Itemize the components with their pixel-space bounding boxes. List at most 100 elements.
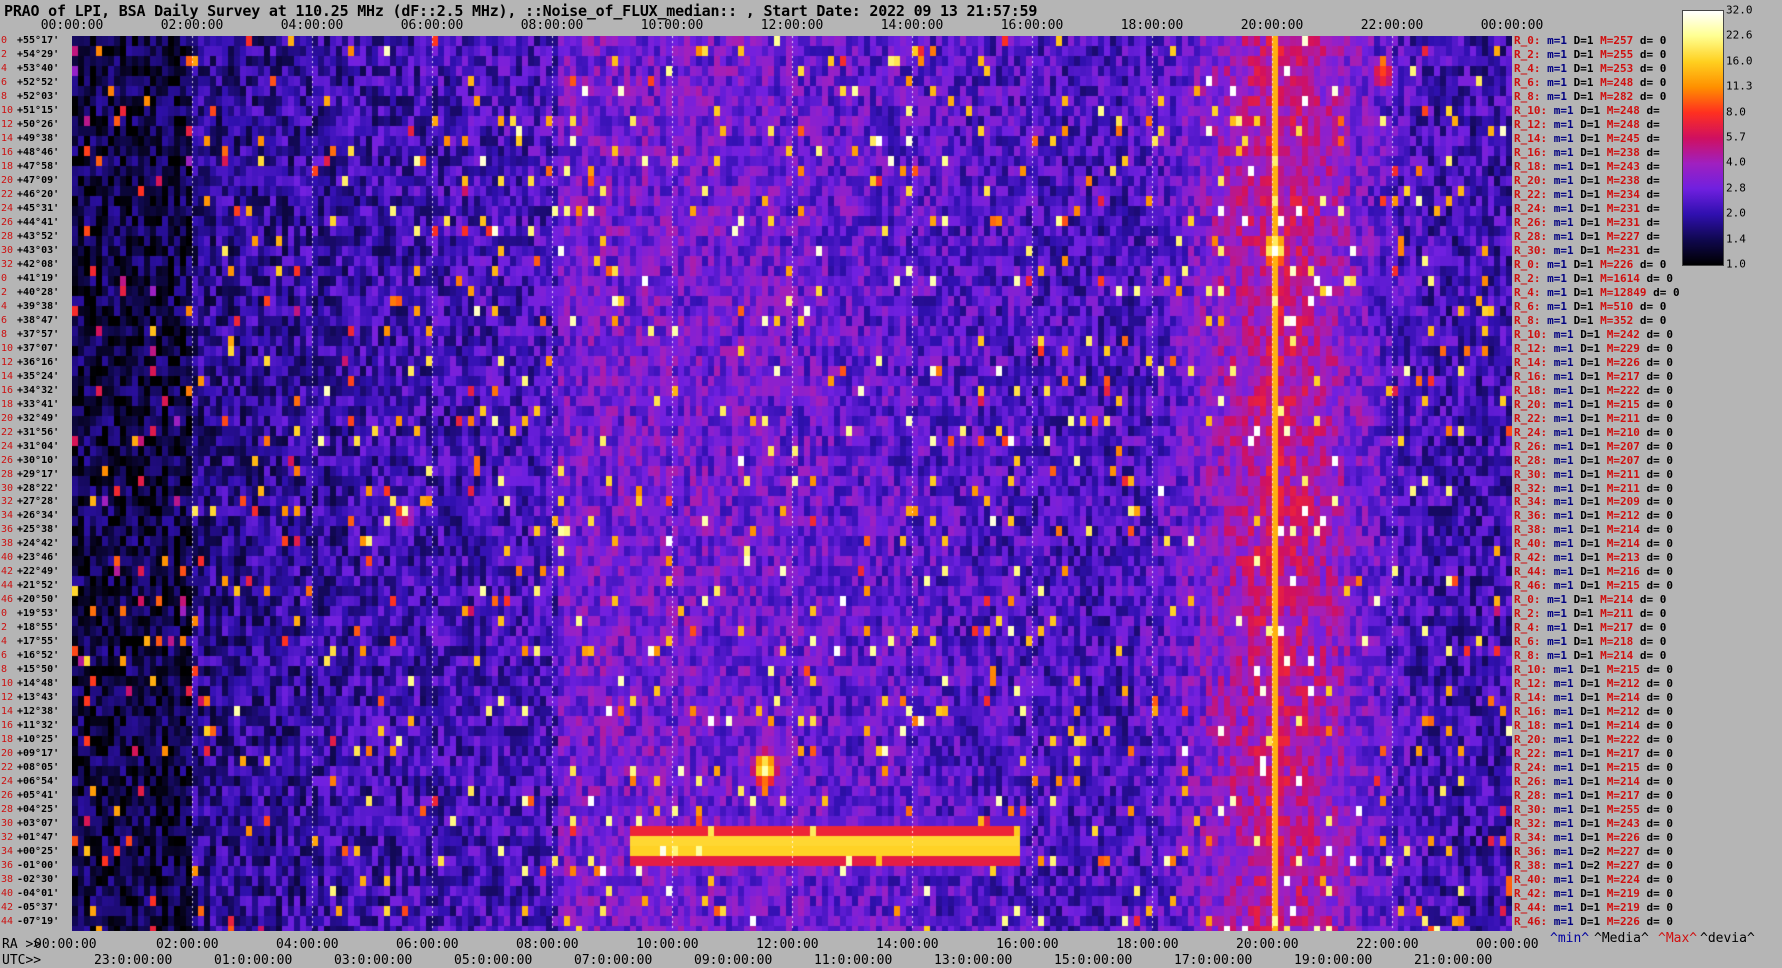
row-stat: R_18: m=1 D=1 M=222 d= 0 bbox=[1514, 383, 1673, 397]
bottom-ra-tick: 14:00:00 bbox=[876, 937, 939, 952]
row-stat: R_30: m=1 D=1 M=231 d= bbox=[1514, 243, 1660, 257]
row-stat: R_10: m=1 D=1 M=242 d= 0 bbox=[1514, 328, 1673, 341]
row-stat-field: M=231 bbox=[1600, 215, 1640, 229]
row-stat-field: D=1 bbox=[1573, 747, 1601, 761]
row-stat-field: d= 0 bbox=[1646, 285, 1680, 299]
dec-value: +06°54' bbox=[17, 776, 60, 788]
row-stat-field: d= 0 bbox=[1639, 495, 1673, 509]
row-stat-field: m=1 bbox=[1547, 733, 1574, 747]
row-stat-field: m=1 bbox=[1547, 691, 1574, 705]
dec-row: 4 +53°40' bbox=[0, 62, 72, 74]
dec-value: +47°58' bbox=[17, 160, 60, 172]
row-stat: R_16: m=1 D=1 M=217 d= 0 bbox=[1514, 369, 1673, 383]
row-stat-field: M=209 bbox=[1600, 495, 1640, 509]
dec-index: 4 bbox=[1, 62, 8, 74]
row-stat-field: R_18: bbox=[1514, 383, 1548, 397]
dec-row: 12 +50°26' bbox=[0, 119, 72, 130]
row-stat-field: R_14: bbox=[1514, 355, 1548, 369]
dec-value: +35°24' bbox=[17, 370, 60, 382]
dec-index: 16 bbox=[1, 384, 14, 396]
row-stat: R_32: m=1 D=1 M=243 d= 0 bbox=[1514, 818, 1673, 830]
row-stat-field: M=215 bbox=[1600, 761, 1640, 775]
row-stat-field: m=1 bbox=[1547, 397, 1574, 411]
bottom-utc-tick: 05:0:00:00 bbox=[454, 953, 533, 968]
row-stat-field: R_6: bbox=[1514, 299, 1541, 313]
row-stat: R_42: m=1 D=1 M=213 d= 0 bbox=[1514, 552, 1673, 564]
row-stat-field: R_42: bbox=[1514, 887, 1548, 901]
bottom-ra-tick: 16:00:00 bbox=[996, 937, 1059, 952]
row-stat-field: d= 0 bbox=[1639, 383, 1673, 397]
dec-index: 18 bbox=[1, 160, 14, 172]
row-stat-field: d= bbox=[1639, 145, 1660, 159]
dec-row: 22 +31°56' bbox=[0, 427, 72, 438]
row-stat-field: M=226 bbox=[1600, 355, 1640, 369]
row-stat-field: m=1 bbox=[1540, 299, 1567, 313]
dec-value: +13°43' bbox=[17, 692, 60, 704]
row-stat-field: R_40: bbox=[1514, 873, 1548, 887]
dec-index: 34 bbox=[1, 510, 14, 522]
row-stat: R_8: m=1 D=1 M=282 d= 0 bbox=[1514, 90, 1666, 103]
bottom-utc-tick: 09:0:00:00 bbox=[694, 953, 773, 968]
row-stat-field: m=1 bbox=[1540, 285, 1567, 299]
dec-value: +47°09' bbox=[17, 174, 60, 186]
row-stat-field: d= 0 bbox=[1639, 915, 1673, 929]
row-stat: R_2: m=1 D=1 M=1614 d= 0 bbox=[1514, 272, 1673, 285]
row-stat: R_4: m=1 D=1 M=217 d= 0 bbox=[1514, 622, 1666, 634]
row-stat-field: d= 0 bbox=[1639, 789, 1673, 803]
row-stat-field: D=1 bbox=[1573, 873, 1601, 887]
row-stat-field: m=1 bbox=[1547, 411, 1574, 425]
row-stat-field: d= 0 bbox=[1639, 341, 1673, 355]
dec-index: 46 bbox=[1, 594, 14, 606]
bottom-ra-tick: 08:00:00 bbox=[516, 937, 579, 952]
row-stat-field: d= 0 bbox=[1639, 369, 1673, 383]
spectrogram-heatmap[interactable] bbox=[72, 36, 1512, 931]
row-stat: R_8: m=1 D=1 M=352 d= 0 bbox=[1514, 314, 1666, 327]
dec-value: +25°38' bbox=[17, 524, 60, 536]
dec-row: 32 +42°08' bbox=[0, 259, 72, 270]
dec-row: 14 +35°24' bbox=[0, 370, 72, 382]
row-stat-field: D=1 bbox=[1567, 257, 1594, 271]
dec-value: +37°07' bbox=[17, 342, 60, 354]
row-stat-field: M=214 bbox=[1600, 523, 1640, 537]
row-stat-field: D=1 bbox=[1573, 915, 1601, 929]
row-stat-field: D=1 bbox=[1573, 817, 1601, 831]
dec-value: +38°47' bbox=[17, 314, 60, 326]
legend-devia: ^devia^ bbox=[1700, 931, 1755, 946]
colorbar-label: 1.4 bbox=[1726, 232, 1746, 246]
row-stat-field: m=1 bbox=[1547, 369, 1574, 383]
colorbar bbox=[1682, 10, 1724, 266]
row-stat-field: m=1 bbox=[1547, 579, 1574, 593]
row-stat-field: m=1 bbox=[1547, 467, 1574, 481]
row-stat: R_0: m=1 D=1 M=226 d= 0 bbox=[1514, 257, 1666, 271]
row-stat-field: d= 0 bbox=[1639, 355, 1673, 369]
dec-index: 18 bbox=[1, 398, 14, 410]
dec-index: 2 bbox=[1, 48, 8, 60]
row-stat: R_6: m=1 D=1 M=510 d= 0 bbox=[1514, 299, 1666, 313]
row-stat: R_20: m=1 D=1 M=222 d= 0 bbox=[1514, 734, 1673, 746]
row-stat-field: m=1 bbox=[1547, 775, 1574, 789]
dec-row: 38 +24°42' bbox=[0, 539, 72, 549]
row-stat-field: d= bbox=[1639, 229, 1660, 243]
row-stat: R_2: m=1 D=1 M=255 d= 0 bbox=[1514, 48, 1666, 61]
row-stat: R_36: m=1 D=2 M=227 d= 0 bbox=[1514, 846, 1673, 858]
row-stat-field: m=1 bbox=[1547, 481, 1574, 495]
row-stat-field: D=1 bbox=[1573, 803, 1601, 817]
row-stat: R_14: m=1 D=1 M=214 d= 0 bbox=[1514, 692, 1673, 704]
row-stat: R_28: m=1 D=1 M=217 d= 0 bbox=[1514, 790, 1673, 802]
dec-value: +49°38' bbox=[17, 132, 60, 144]
row-stat-field: m=1 bbox=[1547, 243, 1574, 257]
row-stat: R_34: m=1 D=1 M=209 d= 0 bbox=[1514, 496, 1673, 508]
dec-value: -05°37' bbox=[17, 902, 60, 914]
row-stat-field: D=1 bbox=[1573, 467, 1601, 481]
row-stat-field: R_16: bbox=[1514, 705, 1548, 719]
row-stat: R_0: m=1 D=1 M=214 d= 0 bbox=[1514, 594, 1666, 606]
dec-index: 22 bbox=[1, 762, 14, 774]
row-stat-field: M=213 bbox=[1600, 551, 1640, 565]
dec-value: +32°49' bbox=[17, 412, 60, 424]
row-stat-field: M=211 bbox=[1600, 411, 1640, 425]
row-stat-field: d= 0 bbox=[1639, 425, 1673, 439]
colorbar-label: 1.0 bbox=[1726, 257, 1746, 271]
bottom-ra-tick: 00:00:00 bbox=[1476, 937, 1539, 952]
dec-index: 44 bbox=[1, 580, 14, 592]
row-stat: R_24: m=1 D=1 M=215 d= 0 bbox=[1514, 762, 1673, 774]
